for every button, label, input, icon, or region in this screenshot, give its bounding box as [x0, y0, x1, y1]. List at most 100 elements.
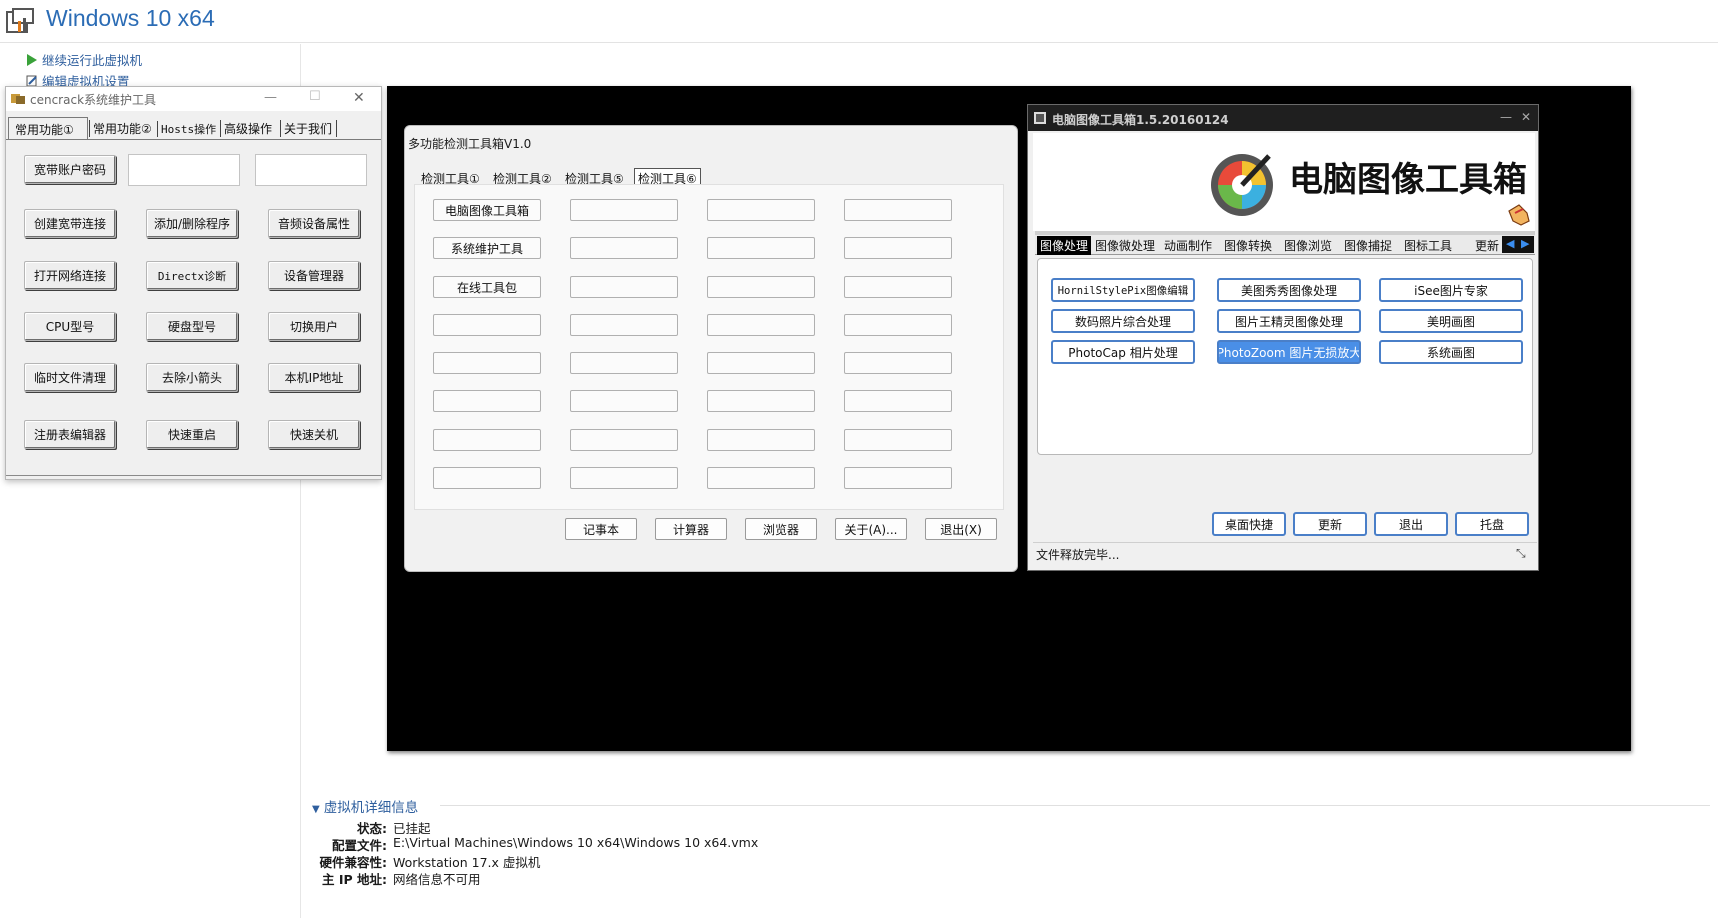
- empty-slot-button[interactable]: [433, 429, 541, 451]
- tab-scroll-right-icon[interactable]: ▶: [1521, 237, 1529, 250]
- tab-browse[interactable]: 图像浏览: [1284, 237, 1332, 254]
- minimize-button[interactable]: —: [1500, 110, 1512, 124]
- empty-slot-button[interactable]: [844, 390, 952, 412]
- switch-user-button[interactable]: 切换用户: [268, 312, 360, 341]
- tab-common-1[interactable]: 常用功能①: [8, 117, 88, 139]
- resize-grip-icon[interactable]: ⤡: [1516, 546, 1526, 561]
- tool-button[interactable]: 数码照片综合处理: [1051, 309, 1195, 333]
- status-text: 文件释放完毕...: [1036, 548, 1120, 562]
- tab-icon-tools[interactable]: 图标工具: [1404, 237, 1452, 254]
- directx-diag-button[interactable]: Directx诊断: [146, 261, 238, 290]
- image-toolbox-window: 电脑图像工具箱1.5.20160124 — ✕ 电脑图像工具箱 图像处理 图像微…: [1027, 104, 1539, 571]
- add-remove-programs-button[interactable]: 添加/删除程序: [146, 209, 238, 238]
- tab-image-process[interactable]: 图像处理: [1037, 236, 1092, 255]
- empty-slot-button[interactable]: [570, 352, 678, 374]
- empty-slot-button[interactable]: [570, 429, 678, 451]
- tool-button[interactable]: 美明画图: [1379, 309, 1523, 333]
- empty-slot-button[interactable]: [707, 314, 815, 336]
- tool-button[interactable]: 图片王精灵图像处理: [1217, 309, 1361, 333]
- tab-update[interactable]: 更新: [1475, 237, 1502, 254]
- empty-slot-button[interactable]: [570, 199, 678, 221]
- tab-convert[interactable]: 图像转换: [1224, 237, 1272, 254]
- empty-slot-button[interactable]: [570, 390, 678, 412]
- remove-arrow-button[interactable]: 去除小箭头: [146, 363, 238, 392]
- update-button[interactable]: 更新: [1293, 512, 1367, 536]
- image-toolbox-banner: 电脑图像工具箱: [1033, 133, 1535, 231]
- broadband-password-button[interactable]: 宽带账户密码: [24, 155, 116, 184]
- empty-slot-button[interactable]: [844, 352, 952, 374]
- tray-button[interactable]: 托盘: [1455, 512, 1529, 536]
- empty-slot-button[interactable]: [433, 390, 541, 412]
- empty-slot-button[interactable]: [707, 467, 815, 489]
- tool-button[interactable]: iSee图片专家: [1379, 278, 1523, 302]
- close-button[interactable]: ✕: [1521, 110, 1531, 124]
- empty-slot-button[interactable]: [570, 467, 678, 489]
- empty-slot-button[interactable]: [844, 429, 952, 451]
- tab-advanced[interactable]: 高级操作: [220, 120, 272, 137]
- device-manager-button[interactable]: 设备管理器: [268, 261, 360, 290]
- empty-slot-button[interactable]: [844, 467, 952, 489]
- tool-button-selected[interactable]: PhotoZoom 图片无损放大: [1217, 340, 1361, 364]
- resume-vm-label: 继续运行此虚拟机: [42, 53, 143, 68]
- disk-model-button[interactable]: 硬盘型号: [146, 312, 238, 341]
- empty-slot-button[interactable]: [844, 276, 952, 298]
- exit-button[interactable]: 退出(X): [925, 518, 997, 540]
- broadband-user-field[interactable]: [128, 154, 240, 186]
- browser-button[interactable]: 浏览器: [745, 518, 817, 540]
- empty-slot-button[interactable]: [570, 276, 678, 298]
- broadband-pass-field[interactable]: [255, 154, 367, 186]
- notepad-button[interactable]: 记事本: [565, 518, 637, 540]
- desktop-shortcut-button[interactable]: 桌面快捷: [1212, 512, 1286, 536]
- tab-about[interactable]: 关于我们: [280, 120, 338, 137]
- local-ip-button[interactable]: 本机IP地址: [268, 363, 360, 392]
- network-connections-button[interactable]: 打开网络连接: [24, 261, 116, 290]
- tool-button[interactable]: 美图秀秀图像处理: [1217, 278, 1361, 302]
- vm-title: Windows 10 x64: [46, 5, 215, 31]
- empty-slot-button[interactable]: [707, 352, 815, 374]
- resume-vm-command[interactable]: 继续运行此虚拟机: [26, 50, 142, 69]
- tool-button[interactable]: PhotoCap 相片处理: [1051, 340, 1195, 364]
- cencrack-titlebar: cencrack系统维护工具 — ☐ ✕: [6, 87, 381, 111]
- empty-slot-button[interactable]: [570, 314, 678, 336]
- minimize-button[interactable]: —: [264, 90, 277, 105]
- empty-slot-button[interactable]: [707, 390, 815, 412]
- tool-button[interactable]: HornilStylePix图像编辑: [1051, 278, 1195, 302]
- create-broadband-button[interactable]: 创建宽带连接: [24, 209, 116, 238]
- quick-restart-button[interactable]: 快速重启: [146, 420, 238, 449]
- temp-cleanup-button[interactable]: 临时文件清理: [24, 363, 116, 392]
- maximize-button[interactable]: ☐: [309, 89, 321, 104]
- empty-slot-button[interactable]: [707, 199, 815, 221]
- empty-slot-button[interactable]: [844, 237, 952, 259]
- audio-device-button[interactable]: 音频设备属性: [268, 209, 360, 238]
- empty-slot-button[interactable]: [707, 429, 815, 451]
- empty-slot-button[interactable]: [433, 314, 541, 336]
- tab-scroll-left-icon[interactable]: ◀: [1506, 237, 1514, 250]
- empty-slot-button[interactable]: [844, 199, 952, 221]
- empty-slot-button[interactable]: [707, 276, 815, 298]
- cpu-model-button[interactable]: CPU型号: [24, 312, 116, 341]
- tab-image-micro[interactable]: 图像微处理: [1095, 237, 1155, 254]
- online-toolkit-button[interactable]: 在线工具包: [433, 276, 541, 298]
- empty-slot-button[interactable]: [844, 314, 952, 336]
- empty-slot-button[interactable]: [570, 237, 678, 259]
- exit-button[interactable]: 退出: [1374, 512, 1448, 536]
- cencrack-window: cencrack系统维护工具 — ☐ ✕ 常用功能① 常用功能② Hosts操作…: [5, 86, 382, 480]
- tab-scroll-control[interactable]: ◀ ▶: [1502, 236, 1534, 253]
- tool-button[interactable]: 系统画图: [1379, 340, 1523, 364]
- close-button[interactable]: ✕: [353, 90, 365, 106]
- tab-hosts[interactable]: Hosts操作: [157, 121, 216, 137]
- cencrack-title: cencrack系统维护工具: [30, 93, 157, 107]
- tab-capture[interactable]: 图像捕捉: [1344, 237, 1392, 254]
- vm-details-header[interactable]: ▼ 虚拟机详细信息: [312, 796, 418, 816]
- image-toolbox-button[interactable]: 电脑图像工具箱: [433, 199, 541, 221]
- empty-slot-button[interactable]: [707, 237, 815, 259]
- calculator-button[interactable]: 计算器: [655, 518, 727, 540]
- about-button[interactable]: 关于(A)...: [835, 518, 907, 540]
- system-maintenance-button[interactable]: 系统维护工具: [433, 237, 541, 259]
- empty-slot-button[interactable]: [433, 352, 541, 374]
- registry-editor-button[interactable]: 注册表编辑器: [24, 420, 116, 449]
- tab-animation[interactable]: 动画制作: [1164, 237, 1212, 254]
- empty-slot-button[interactable]: [433, 467, 541, 489]
- tab-common-2[interactable]: 常用功能②: [89, 120, 152, 137]
- quick-shutdown-button[interactable]: 快速关机: [268, 420, 360, 449]
